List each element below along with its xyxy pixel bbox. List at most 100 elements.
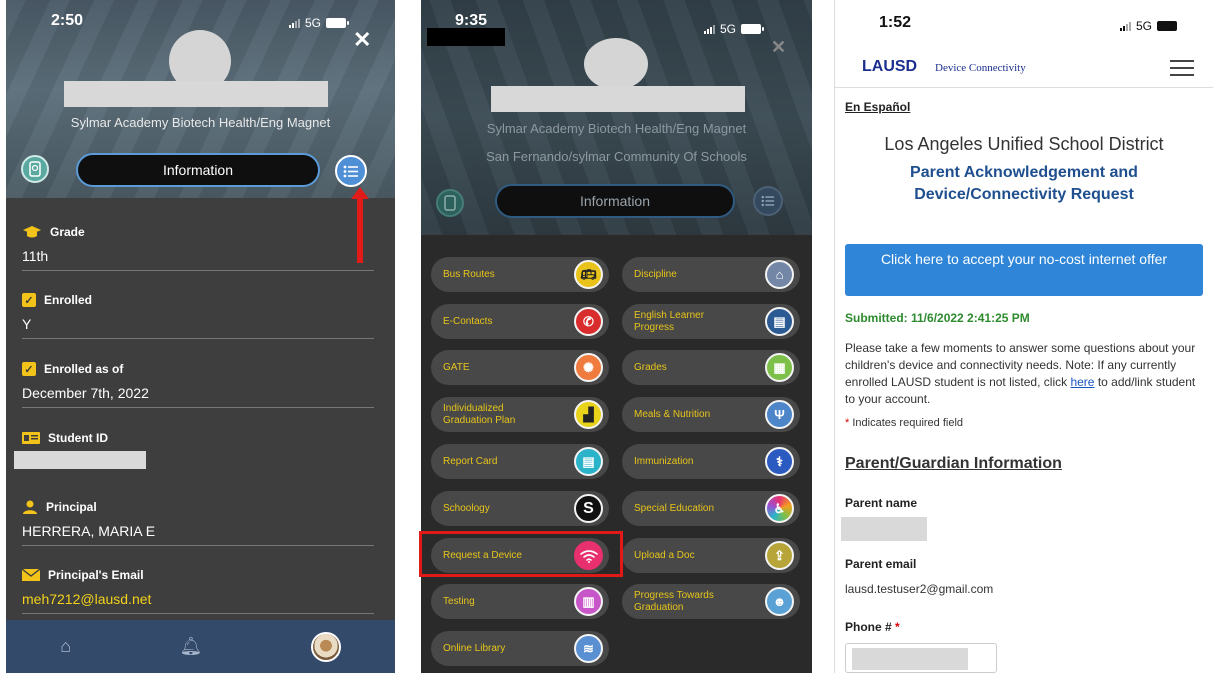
schoology-icon: S: [574, 494, 603, 523]
field-value: Y: [22, 316, 374, 339]
network-label: 5G: [305, 16, 322, 30]
information-tab[interactable]: Information: [495, 184, 735, 218]
wheel-icon: ✺: [574, 353, 603, 382]
principal-email-link[interactable]: meh7212@lausd.net: [22, 591, 374, 614]
signal-icon: [704, 24, 715, 34]
tile-label: Report Card: [443, 455, 498, 467]
tile-label: English Learner Progress: [634, 309, 705, 333]
phone-input[interactable]: [845, 643, 997, 673]
annotation-highlight-box: [419, 531, 623, 577]
field-enrolled: ✓ Enrolled Y: [22, 293, 374, 339]
tile-upload-a-doc[interactable]: Upload a Doc ⇪: [622, 538, 800, 573]
field-enrolled-as-of: ✓ Enrolled as of December 7th, 2022: [22, 362, 374, 408]
tile-immunization[interactable]: Immunization ⚕: [622, 444, 800, 479]
test-icon: ▥: [574, 587, 603, 616]
document-icon: ▦: [765, 353, 794, 382]
envelope-icon: [22, 569, 40, 581]
close-icon[interactable]: ✕: [353, 29, 371, 51]
graduate-icon: ☻: [765, 587, 794, 616]
bottom-nav-bar: ⌂ 🔔︎: [6, 620, 395, 673]
tile-progress-towards-graduation[interactable]: Progress Towards Graduation ☻: [622, 584, 800, 619]
parent-name-redacted: [841, 517, 927, 541]
page-title: Parent Acknowledgement and Device/Connec…: [910, 164, 1138, 203]
tile-label: Bus Routes: [443, 268, 495, 280]
community-name: San Fernando/sylmar Community Of Schools: [486, 149, 747, 164]
spanish-link[interactable]: En Español: [845, 100, 910, 114]
required-star: *: [845, 417, 850, 429]
lausd-logo[interactable]: LAUSD: [862, 58, 917, 76]
profile-avatar[interactable]: [310, 631, 341, 662]
tile-online-library[interactable]: Online Library ≋: [431, 631, 609, 666]
tile-discipline[interactable]: Discipline ⌂: [622, 257, 800, 292]
information-tab[interactable]: Information: [76, 153, 320, 187]
school-name: Sylmar Academy Biotech Health/Eng Magnet: [486, 121, 747, 136]
tile-special-education[interactable]: Special Education ♿︎: [622, 491, 800, 526]
field-value: HERRERA, MARIA E: [22, 523, 374, 546]
tile-label: Schoology: [443, 502, 490, 514]
upload-icon: ⇪: [765, 541, 794, 570]
report-icon: ▤: [574, 447, 603, 476]
home-icon[interactable]: ⌂: [60, 636, 71, 657]
tile-label: Special Education: [634, 502, 715, 514]
checkbox-icon: ✓: [22, 293, 36, 307]
section-parent-guardian: Parent/Guardian Information: [845, 455, 1062, 472]
utensils-icon: Ψ: [765, 400, 794, 429]
menu-list-button[interactable]: [335, 155, 367, 187]
phone-label-text: Phone #: [845, 620, 892, 634]
header-title: Device Connectivity: [935, 62, 1026, 74]
battery-icon: [1157, 21, 1181, 31]
status-time: 1:52: [879, 14, 912, 31]
school-badge-button[interactable]: [436, 189, 464, 217]
graduation-cap-icon: [23, 226, 41, 238]
list-icon: [761, 195, 775, 207]
add-student-link[interactable]: here: [1070, 375, 1094, 389]
hamburger-menu-icon[interactable]: [1170, 60, 1194, 81]
intro-paragraph: Please take a few moments to answer some…: [845, 340, 1207, 408]
tile-report-card[interactable]: Report Card ▤: [431, 444, 609, 479]
menu-list-button[interactable]: [753, 186, 783, 216]
school-name: Sylmar Academy Biotech Health/Eng Magnet: [70, 115, 331, 130]
accessibility-icon: ♿︎: [765, 494, 794, 523]
tile-grades[interactable]: Grades ▦: [622, 350, 800, 385]
network-label: 5G: [720, 22, 737, 36]
parent-name-label: Parent name: [845, 496, 918, 510]
field-label: Enrolled as of: [44, 362, 124, 376]
network-label: 5G: [1136, 19, 1153, 33]
school-badge-icon: [29, 161, 41, 177]
status-time: 9:35: [455, 12, 488, 29]
field-label: Enrolled: [44, 293, 93, 307]
tile-label: E-Contacts: [443, 315, 493, 327]
tile-english-learner-progress[interactable]: English Learner Progress ▤: [622, 304, 800, 339]
tile-e-contacts[interactable]: E-Contacts ✆: [431, 304, 609, 339]
school-badge-button[interactable]: [21, 155, 49, 183]
site-header: LAUSD Device Connectivity: [835, 48, 1213, 88]
tile-meals-nutrition[interactable]: Meals & Nutrition Ψ: [622, 397, 800, 432]
phone-icon: ✆: [574, 307, 603, 336]
book-icon: ▤: [765, 307, 794, 336]
tile-label: Individualized Graduation Plan: [443, 402, 516, 426]
tile-label: Online Library: [443, 642, 506, 654]
accept-internet-offer-button[interactable]: Click here to accept your no-cost intern…: [845, 244, 1203, 296]
parent-email-value: lausd.testuser2@gmail.com: [845, 582, 994, 596]
field-grade: Grade 11th: [22, 225, 374, 271]
status-bar-right: 5G: [704, 22, 765, 36]
signal-icon: [1120, 21, 1131, 31]
tile-gate[interactable]: GATE ✺: [431, 350, 609, 385]
tile-individualized-graduation-plan[interactable]: Individualized Graduation Plan ▟: [431, 397, 609, 432]
id-card-icon: [22, 432, 40, 444]
tile-bus-routes[interactable]: Bus Routes 🚌︎: [431, 257, 609, 292]
bell-icon[interactable]: 🔔︎: [180, 636, 203, 657]
submitted-timestamp: Submitted: 11/6/2022 2:41:25 PM: [845, 311, 1030, 325]
battery-icon: [741, 24, 765, 34]
tile-testing[interactable]: Testing ▥: [431, 584, 609, 619]
field-label: Principal's Email: [48, 568, 144, 582]
tile-label: GATE: [443, 361, 470, 373]
tile-label: Immunization: [634, 455, 694, 467]
bus-icon: 🚌︎: [574, 260, 603, 289]
field-principal: Principal HERRERA, MARIA E: [22, 500, 374, 546]
school-badge-icon: [444, 195, 456, 211]
close-icon[interactable]: ✕: [771, 38, 786, 56]
tile-schoology[interactable]: Schoology S: [431, 491, 609, 526]
field-value: 11th: [22, 248, 374, 271]
status-time: 2:50: [51, 12, 84, 29]
